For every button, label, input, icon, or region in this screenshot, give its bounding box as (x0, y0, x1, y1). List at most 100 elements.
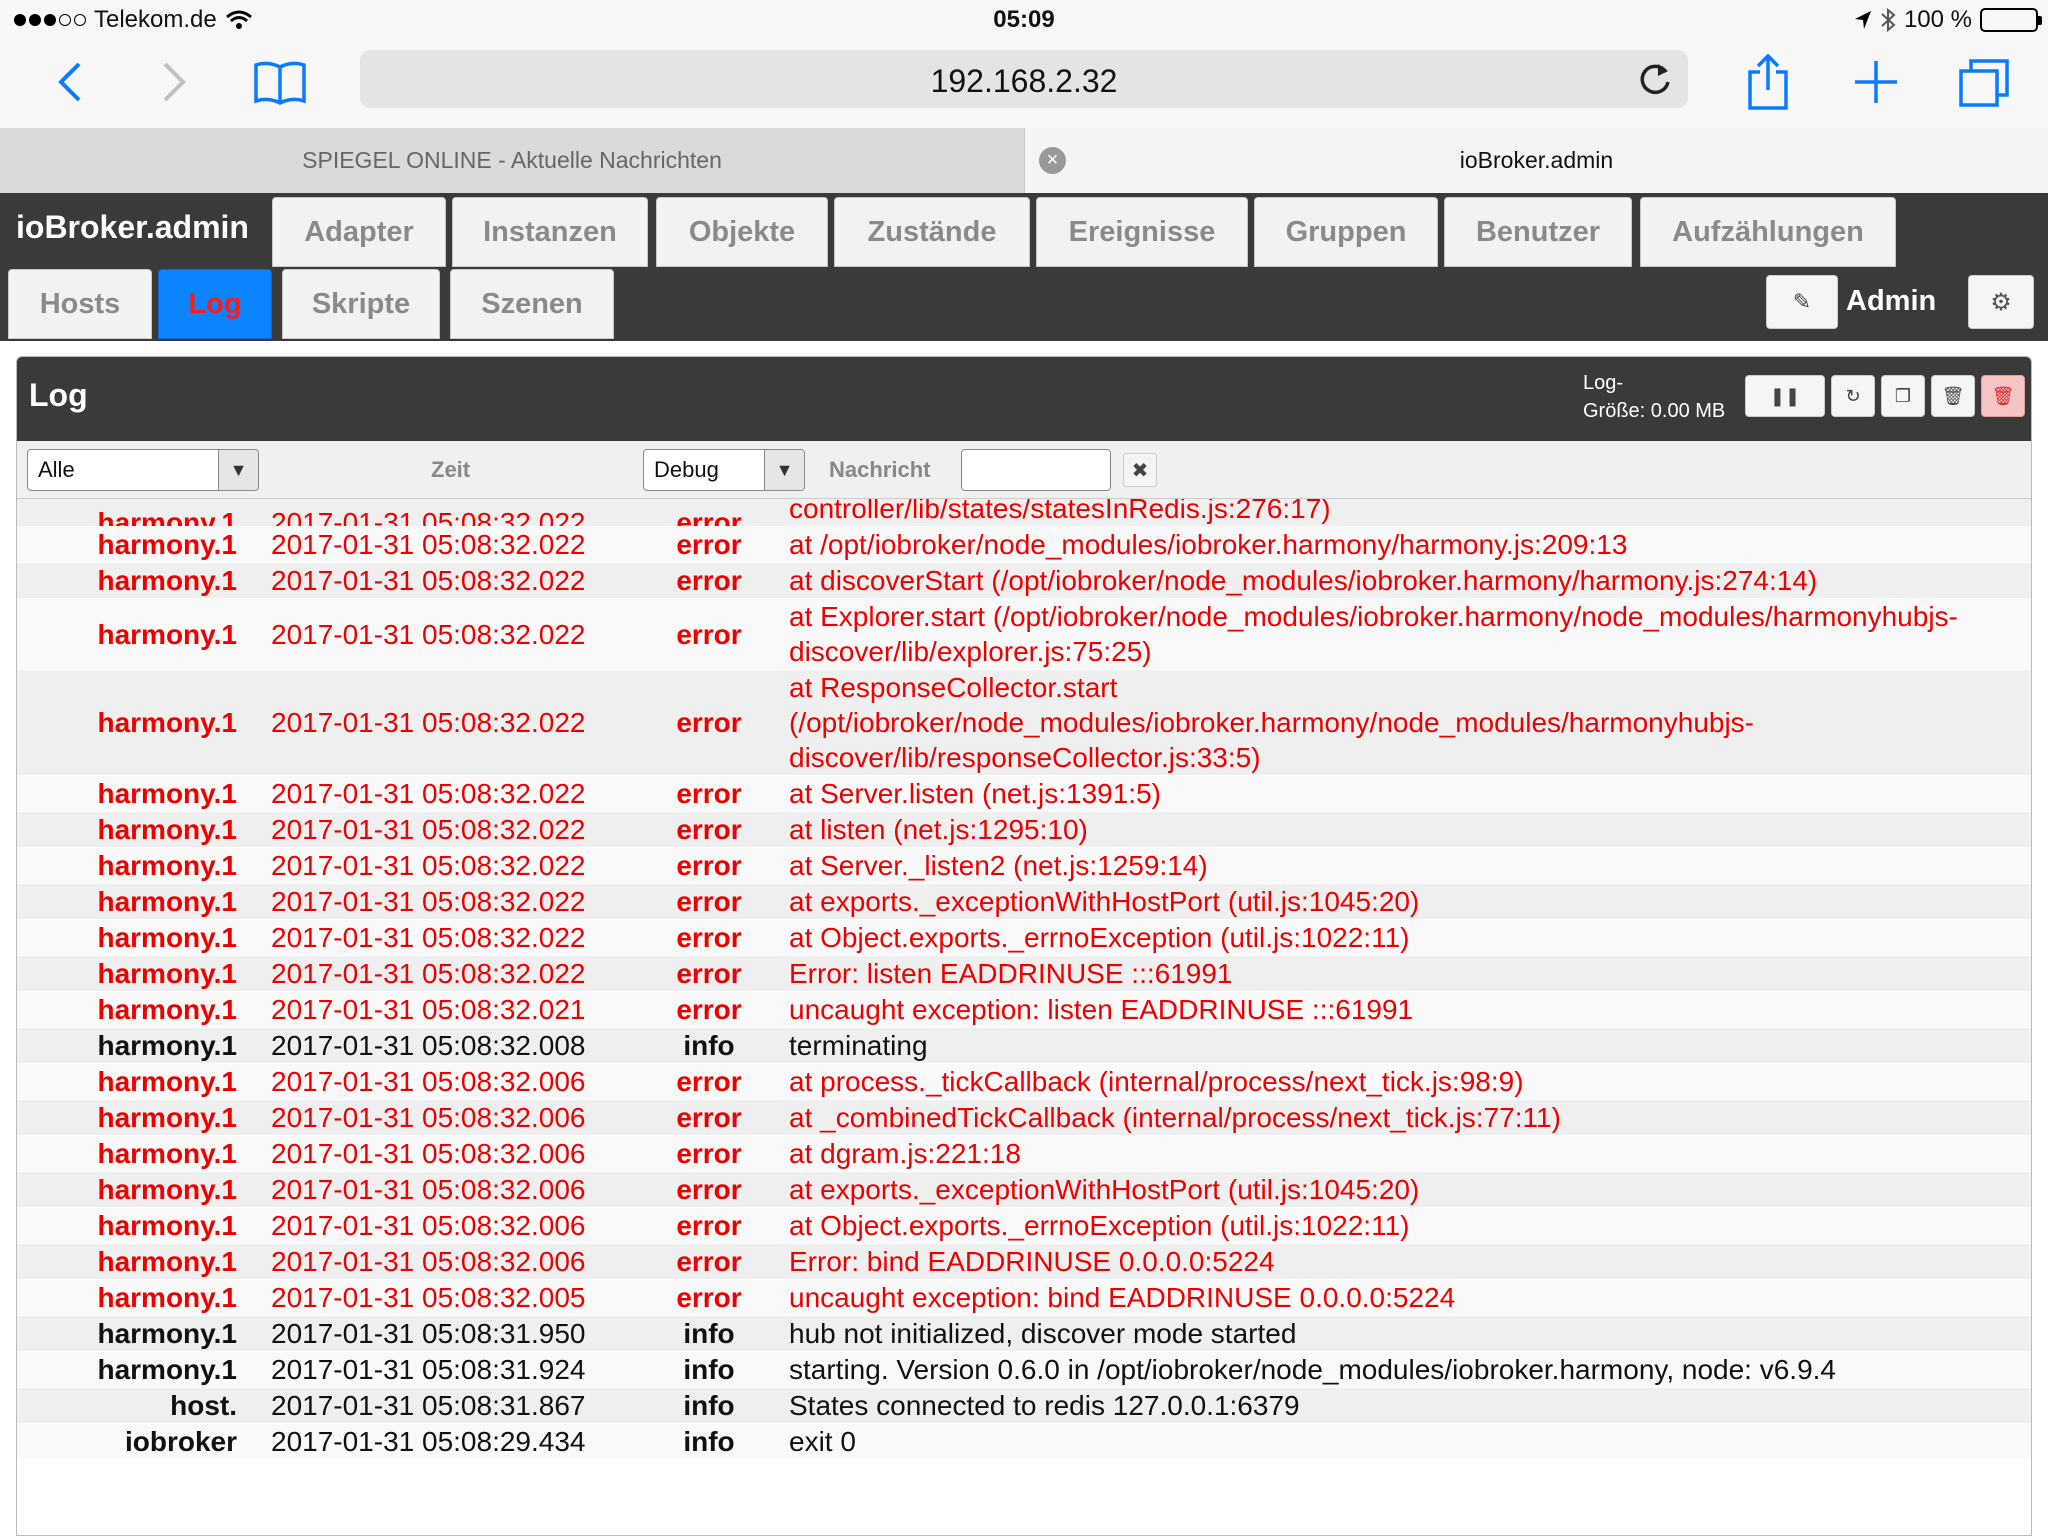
log-time: 2017-01-31 05:08:32.022 (271, 778, 586, 809)
table-row: harmony.1 2017-01-31 05:08:32.008 info term… (17, 1028, 2031, 1064)
log-source: harmony.1 (97, 994, 237, 1025)
share-icon[interactable] (1736, 50, 1800, 114)
trash-icon: 🗑 (1941, 385, 1965, 406)
level-filter-select[interactable]: Debug ▼ (643, 449, 805, 491)
table-row: harmony.1 2017-01-31 05:08:32.006 error at … (17, 1172, 2031, 1208)
chevron-down-icon: ▼ (764, 450, 804, 490)
bookmarks-icon[interactable] (248, 50, 312, 114)
log-message: at process._tickCallback (internal/proce… (789, 1066, 1524, 1097)
refresh-icon: ↻ (1845, 385, 1861, 406)
log-message: terminating (789, 1030, 928, 1061)
log-time: 2017-01-31 05:08:32.006 (271, 1210, 586, 1241)
tab-hosts[interactable]: Hosts (8, 269, 152, 339)
log-severity: error (676, 886, 742, 917)
log-severity: error (676, 565, 742, 596)
log-source: harmony.1 (97, 1246, 237, 1277)
close-tab-icon[interactable]: × (1039, 147, 1066, 174)
copy-log-button[interactable]: ❐ (1881, 375, 1925, 417)
log-source: harmony.1 (97, 814, 237, 845)
tab-szenen[interactable]: Szenen (450, 269, 614, 339)
table-row: harmony.1 2017-01-31 05:08:32.022 error at … (17, 599, 2031, 670)
browser-tab-iobroker[interactable]: × ioBroker.admin (1024, 128, 2048, 193)
tab-skripte[interactable]: Skripte (282, 269, 440, 339)
delete-log-button[interactable]: 🗑 (1981, 375, 2025, 417)
log-source: harmony.1 (97, 618, 237, 650)
log-message: at ResponseCollector.start (/opt/iobroke… (789, 672, 1755, 773)
new-tab-icon[interactable] (1844, 50, 1908, 114)
log-severity: info (683, 1390, 735, 1421)
browser-tab-spiegel[interactable]: SPIEGEL ONLINE - Aktuelle Nachrichten (0, 128, 1024, 193)
table-row: harmony.1 2017-01-31 05:08:32.022 error at … (17, 776, 2031, 812)
table-row: harmony.1 2017-01-31 05:08:32.022 error at … (17, 884, 2031, 920)
pause-icon: ❚❚ (1769, 385, 1801, 406)
edit-user-button[interactable]: ✎ (1766, 275, 1838, 329)
log-message: hub not initialized, discover mode start… (789, 1318, 1297, 1349)
log-source: harmony.1 (97, 922, 237, 953)
browser-tab-strip: SPIEGEL ONLINE - Aktuelle Nachrichten × … (0, 128, 2048, 193)
log-severity: info (683, 1426, 735, 1457)
tab-adapter[interactable]: Adapter (272, 197, 446, 267)
tabs-icon[interactable] (1952, 50, 2016, 114)
log-time: 2017-01-31 05:08:32.022 (271, 886, 586, 917)
log-time: 2017-01-31 05:08:32.022 (271, 565, 586, 596)
clear-filter-button[interactable]: ✖ (1123, 453, 1157, 487)
tab-ereignisse[interactable]: Ereignisse (1036, 197, 1248, 267)
log-severity: error (676, 707, 742, 738)
trash-red-icon: 🗑 (1991, 385, 2015, 406)
forward-icon[interactable] (142, 50, 206, 114)
log-message: at Server.listen (net.js:1391:5) (789, 778, 1161, 809)
table-row: harmony.1 2017-01-31 05:08:32.006 error at … (17, 1136, 2031, 1172)
log-time: 2017-01-31 05:08:32.022 (271, 814, 586, 845)
source-filter-select[interactable]: Alle ▼ (27, 449, 259, 491)
log-source: harmony.1 (97, 778, 237, 809)
settings-button[interactable]: ⚙ (1968, 275, 2034, 329)
tab-zustaende[interactable]: Zustände (834, 197, 1030, 267)
close-icon: ✖ (1131, 459, 1149, 482)
tab-objekte[interactable]: Objekte (656, 197, 828, 267)
log-source: iobroker (124, 1426, 237, 1457)
user-name: Admin (1846, 285, 1937, 317)
log-time: 2017-01-31 05:08:31.867 (271, 1390, 586, 1421)
address-bar[interactable]: 192.168.2.32 (360, 50, 1688, 108)
reload-icon[interactable] (1636, 60, 1674, 98)
log-time: 2017-01-31 05:08:32.006 (271, 1246, 586, 1277)
tab-gruppen[interactable]: Gruppen (1254, 197, 1438, 267)
message-filter-input[interactable] (961, 449, 1111, 491)
log-severity: error (676, 529, 742, 560)
log-message: uncaught exception: bind EADDRINUSE 0.0.… (789, 1282, 1456, 1313)
table-row: harmony.1 2017-01-31 05:08:32.022 error at … (17, 670, 2031, 776)
log-severity: error (676, 1174, 742, 1205)
browser-tab-label: ioBroker.admin (1459, 147, 1614, 173)
pause-button[interactable]: ❚❚ (1745, 375, 1825, 417)
tab-log[interactable]: Log (158, 269, 272, 339)
battery-percent: 100 % (1903, 6, 1972, 33)
tab-benutzer[interactable]: Benutzer (1444, 197, 1632, 267)
bluetooth-icon (1881, 8, 1896, 32)
refresh-log-button[interactable]: ↻ (1831, 375, 1875, 417)
time-column-header: Zeit (431, 457, 471, 482)
log-severity: error (676, 1066, 742, 1097)
log-source: harmony.1 (97, 1066, 237, 1097)
log-severity: error (676, 958, 742, 989)
back-icon[interactable] (38, 50, 102, 114)
log-message: at Explorer.start (/opt/iobroker/node_mo… (789, 601, 1958, 667)
log-severity: error (676, 778, 742, 809)
table-row: harmony.1 2017-01-31 05:08:32.022 error at … (17, 812, 2031, 848)
log-time: 2017-01-31 05:08:32.006 (271, 1066, 586, 1097)
table-row: harmony.1 2017-01-31 05:08:31.924 info star… (17, 1352, 2031, 1388)
log-time: 2017-01-31 05:08:32.022 (271, 958, 586, 989)
log-message: Error: bind EADDRINUSE 0.0.0.0:5224 (789, 1246, 1275, 1277)
log-size: Log- Größe: 0.00 MB (1583, 372, 1726, 422)
log-source: harmony.1 (97, 850, 237, 881)
table-row: harmony.1 2017-01-31 05:08:32.022 error at … (17, 848, 2031, 884)
message-column-header: Nachricht (829, 457, 931, 482)
log-source: harmony.1 (97, 565, 237, 596)
log-source: harmony.1 (97, 958, 237, 989)
tab-instanzen[interactable]: Instanzen (452, 197, 648, 267)
url-text: 192.168.2.32 (930, 63, 1118, 99)
log-severity: error (676, 994, 742, 1025)
clear-log-button[interactable]: 🗑 (1931, 375, 1975, 417)
log-panel: Log Log- Größe: 0.00 MB ❚❚ ↻ ❐ 🗑 🗑 Alle … (16, 356, 2032, 1536)
log-source: harmony.1 (97, 1030, 237, 1061)
tab-aufzaehlungen[interactable]: Aufzählungen (1640, 197, 1896, 267)
